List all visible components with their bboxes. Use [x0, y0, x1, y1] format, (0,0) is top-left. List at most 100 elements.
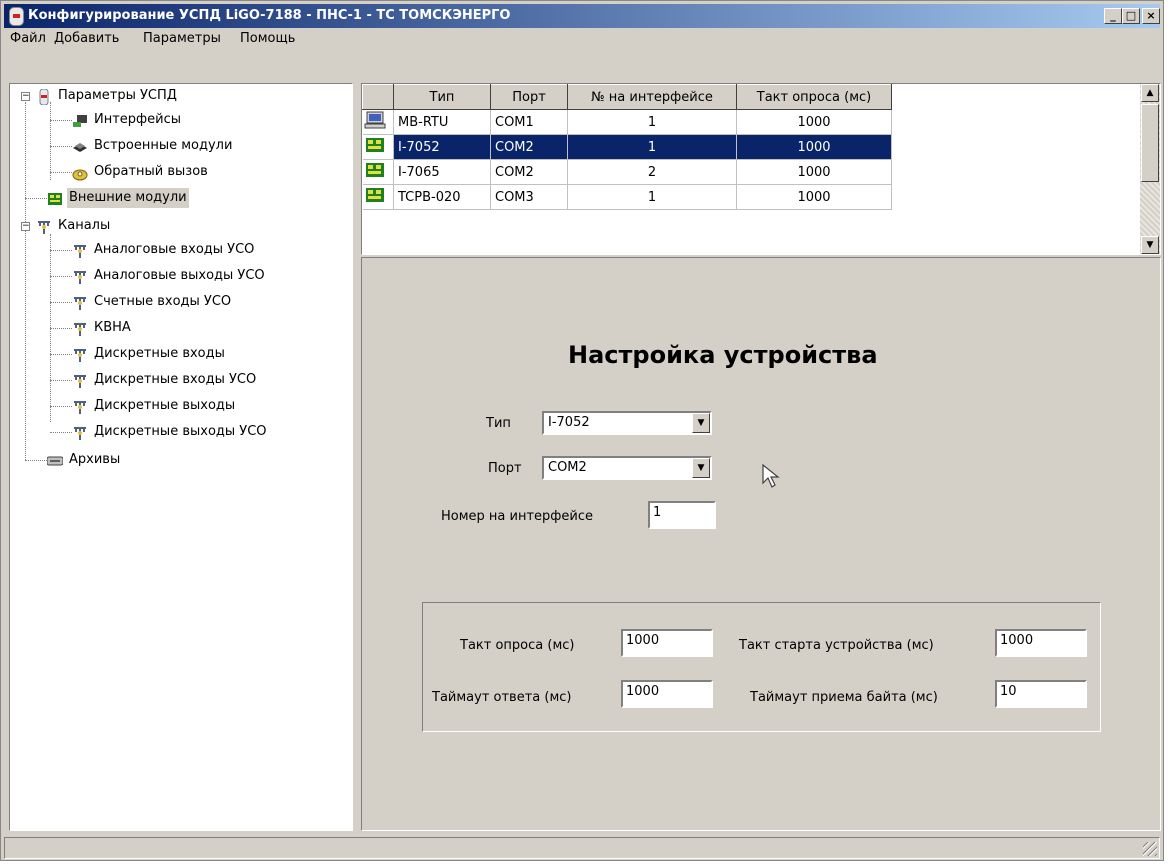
channel-icon — [72, 399, 88, 414]
channel-icon — [72, 243, 88, 258]
cell-number: 1 — [567, 109, 737, 135]
tree-line — [50, 406, 72, 407]
menu-help[interactable]: Помощь — [240, 31, 295, 46]
cell-type: I-7065 — [393, 159, 491, 185]
table-row[interactable]: I-7065 COM2 2 1000 — [362, 159, 892, 185]
tree-line — [50, 102, 51, 180]
module-icon — [362, 159, 394, 185]
devices-table[interactable]: Тип Порт № на интерфейсе Такт опроса (мс… — [361, 83, 1161, 255]
start-interval-label: Такт старта устройства (мс) — [739, 638, 934, 653]
tree-line — [50, 250, 72, 251]
poll-interval-value: 1000 — [626, 633, 660, 648]
resize-grip-icon[interactable] — [1143, 842, 1157, 856]
tree-label: Дискретные выходы УСО — [94, 424, 267, 439]
main-window: Конфигурирование УСПД LiGO-7188 - ПНС-1 … — [0, 0, 1164, 861]
collapse-icon[interactable]: − — [21, 222, 30, 231]
tree-line — [50, 302, 72, 303]
tree-line — [50, 380, 72, 381]
type-select[interactable]: I-7052 ▼ — [542, 411, 712, 435]
type-value: I-7052 — [548, 415, 590, 430]
type-label: Тип — [486, 416, 511, 431]
title-bar[interactable]: Конфигурирование УСПД LiGO-7188 - ПНС-1 … — [4, 4, 1160, 28]
scroll-down-button[interactable]: ▼ — [1141, 236, 1159, 254]
start-interval-input[interactable]: 1000 — [995, 629, 1087, 657]
minimize-button[interactable]: _ — [1104, 8, 1122, 24]
table-row[interactable]: TCPB-020 COM3 1 1000 — [362, 184, 892, 210]
cell-poll: 1000 — [736, 109, 892, 135]
poll-interval-label: Такт опроса (мс) — [460, 638, 575, 653]
chevron-down-icon[interactable]: ▼ — [692, 413, 710, 433]
table-header: Тип Порт № на интерфейсе Такт опроса (мс… — [362, 84, 892, 110]
tree-line — [50, 120, 72, 121]
close-button[interactable]: × — [1142, 8, 1160, 24]
channel-icon — [72, 321, 88, 336]
cell-port: COM2 — [490, 159, 568, 185]
col-poll-interval-header[interactable]: Такт опроса (мс) — [736, 84, 892, 110]
chevron-down-icon[interactable]: ▼ — [692, 458, 710, 478]
module-icon — [362, 134, 394, 160]
mouse-cursor-icon — [762, 463, 780, 488]
collapse-icon[interactable]: − — [21, 92, 30, 101]
channel-icon — [36, 219, 52, 234]
channel-icon — [72, 269, 88, 284]
iface-number-value: 1 — [653, 505, 662, 520]
panel-heading: Настройка устройства — [568, 341, 878, 369]
menu-add[interactable]: Добавить — [54, 31, 119, 46]
tree-label: Каналы — [58, 218, 111, 233]
col-iface-number-header[interactable]: № на интерфейсе — [567, 84, 737, 110]
header-indicator — [362, 84, 394, 110]
menu-parameters[interactable]: Параметры — [143, 31, 221, 46]
device-icon — [36, 88, 52, 106]
scroll-thumb[interactable] — [1141, 104, 1159, 182]
byte-timeout-input[interactable]: 10 — [995, 680, 1087, 708]
cell-type: I-7052 — [393, 134, 491, 160]
channel-icon — [72, 373, 88, 388]
cell-port: COM3 — [490, 184, 568, 210]
menu-bar: Файл Добавить Параметры Помощь — [4, 29, 1160, 49]
cell-number: 2 — [567, 159, 737, 185]
tree-label: Аналоговые входы УСО — [94, 242, 255, 257]
channel-icon — [72, 425, 88, 440]
port-value: COM2 — [548, 460, 587, 475]
timing-group — [422, 602, 1101, 732]
port-select[interactable]: COM2 ▼ — [542, 456, 712, 480]
poll-interval-input[interactable]: 1000 — [621, 629, 713, 657]
tree-line — [25, 198, 47, 199]
maximize-button[interactable]: □ — [1122, 8, 1140, 24]
cell-number: 1 — [567, 134, 737, 160]
response-timeout-label: Таймаут ответа (мс) — [432, 690, 572, 705]
table-row[interactable]: MB-RTU COM1 1 1000 — [362, 109, 892, 135]
chip-icon — [72, 139, 88, 153]
tree-label: Обратный вызов — [94, 164, 208, 179]
tree-line — [50, 328, 72, 329]
tree-label: Аналоговые выходы УСО — [94, 268, 265, 283]
tree-line — [50, 276, 72, 277]
table-row-selected[interactable]: I-7052 COM2 1 1000 — [362, 134, 892, 160]
tree-line — [25, 102, 26, 460]
tree-label: Встроенные модули — [94, 138, 233, 153]
tree-label: Архивы — [69, 452, 121, 467]
cell-poll: 1000 — [736, 184, 892, 210]
start-interval-value: 1000 — [1000, 633, 1034, 648]
cell-type: MB-RTU — [393, 109, 491, 135]
table-scrollbar[interactable]: ▲ ▼ — [1140, 84, 1160, 254]
tree-label: Дискретные выходы — [94, 398, 236, 413]
phone-icon — [72, 165, 88, 181]
tree-label: Интерфейсы — [94, 112, 182, 127]
tree-line — [50, 432, 72, 433]
channel-icon — [72, 347, 88, 362]
iface-number-input[interactable]: 1 — [648, 501, 716, 529]
cell-type: TCPB-020 — [393, 184, 491, 210]
col-type-header[interactable]: Тип — [393, 84, 491, 110]
config-tree[interactable]: − Параметры УСПД Интерфейсы Встроенные м… — [9, 83, 353, 831]
app-icon — [9, 7, 24, 26]
cell-number: 1 — [567, 184, 737, 210]
cell-poll: 1000 — [736, 134, 892, 160]
byte-timeout-value: 10 — [1000, 684, 1017, 699]
tree-label: Внешние модули — [67, 188, 189, 208]
response-timeout-input[interactable]: 1000 — [621, 680, 713, 708]
scroll-up-button[interactable]: ▲ — [1141, 84, 1159, 102]
menu-file[interactable]: Файл — [10, 31, 46, 46]
col-port-header[interactable]: Порт — [490, 84, 568, 110]
cell-port: COM2 — [490, 134, 568, 160]
